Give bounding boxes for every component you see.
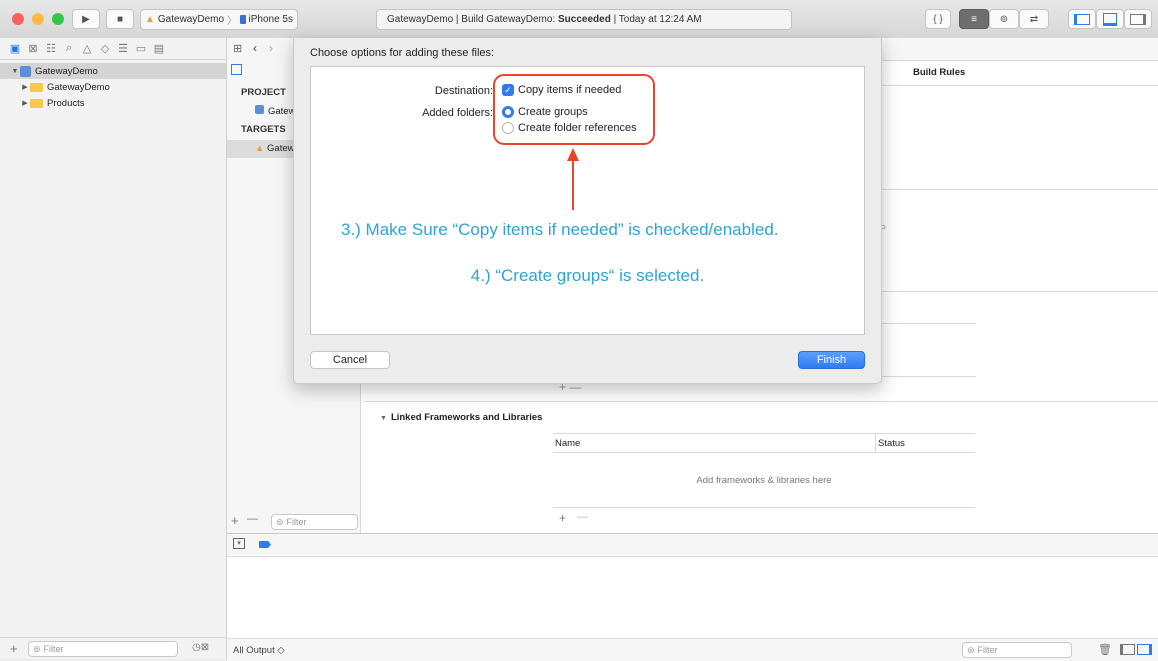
arrow-head-icon <box>567 148 579 161</box>
highlight-box <box>493 74 655 145</box>
highlight-overlay <box>493 74 655 210</box>
